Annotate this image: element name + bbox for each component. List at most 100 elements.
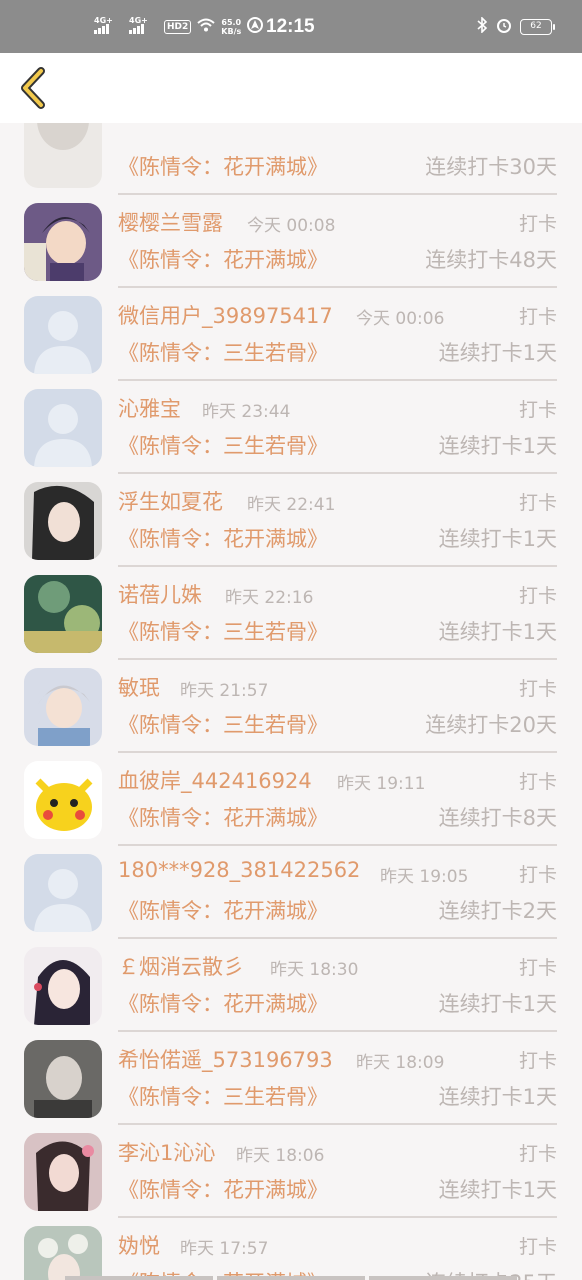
checkin-time: 昨天 17:57 — [180, 1239, 269, 1259]
streak-count: 连续打卡1天 — [438, 341, 557, 365]
streak-count: 连续打卡1天 — [438, 434, 557, 458]
avatar[interactable] — [24, 1226, 102, 1280]
streak-count: 连续打卡8天 — [438, 806, 557, 830]
avatar[interactable] — [24, 389, 102, 467]
list-item[interactable]: 微信用户_398975417 今天 00:06 打卡 《陈情令：三生若骨》 连续打卡1天 — [0, 280, 582, 381]
checkin-time: 昨天 18:06 — [236, 1146, 325, 1166]
user-name[interactable]: 李沁1沁沁 — [118, 1137, 215, 1167]
user-name[interactable]: 180***928_381422562 — [118, 858, 360, 882]
avatar[interactable] — [24, 1133, 102, 1211]
list-item[interactable]: 浮生如夏花 昨天 22:41 打卡《陈情令：花开满城》 连续打卡1天 — [0, 466, 582, 567]
hd-badge: HD2 — [164, 19, 192, 34]
user-name[interactable]: 敏珉 — [118, 672, 160, 702]
top-bar — [0, 53, 582, 123]
checkin-label: 打卡 — [518, 306, 557, 328]
streak-count: 连续打卡20天 — [425, 713, 557, 737]
streak-count: 连续打卡48天 — [425, 248, 557, 272]
book-title[interactable]: 《陈情令：三生若骨》 — [118, 616, 328, 646]
user-name[interactable]: 血彼岸_442416924 — [118, 765, 312, 795]
user-name[interactable]: 沁雅宝 — [118, 393, 181, 423]
checkin-label: 打卡 — [518, 957, 557, 979]
avatar[interactable] — [24, 203, 102, 281]
streak-count: 连续打卡1天 — [438, 992, 557, 1016]
list-item[interactable]: 樱樱兰雪露 今天 00:08 打卡 《陈情令：花开满城》 连续打卡48天 — [0, 187, 582, 288]
streak-count: 连续打卡1天 — [438, 527, 557, 551]
avatar[interactable] — [24, 947, 102, 1025]
checkin-time: 昨天 21:57 — [180, 681, 269, 701]
checkin-label: 打卡 — [518, 771, 557, 793]
avatar[interactable] — [24, 482, 102, 560]
book-title[interactable]: 《陈情令：三生若骨》 — [118, 1081, 328, 1111]
navigation-icon — [247, 17, 264, 36]
status-right: 62 — [476, 0, 555, 53]
checkin-time: 昨天 18:09 — [356, 1053, 445, 1073]
avatar[interactable] — [24, 668, 102, 746]
list-item[interactable]: 希怡偌遥_573196793 昨天 18:09 打卡《陈情令：三生若骨》 连续打卡1天 — [0, 1024, 582, 1125]
home-indicator — [65, 1276, 517, 1280]
list-item[interactable]: 妫悦昨天 17:57打卡《陈情令：花开满城》连续打卡25天 — [0, 1210, 582, 1280]
user-name[interactable]: ￡烟消云散彡 — [118, 951, 244, 981]
avatar[interactable] — [24, 123, 102, 188]
avatar[interactable] — [24, 575, 102, 653]
list-item[interactable]: ￡烟消云散彡 昨天 18:30 打卡《陈情令：花开满城》 连续打卡1天 — [0, 931, 582, 1032]
checkin-label: 打卡 — [518, 492, 557, 514]
network-speed: 65.0 KB/s — [221, 17, 242, 36]
avatar[interactable] — [24, 854, 102, 932]
wifi-icon — [197, 18, 215, 36]
status-bar: 4G+ 4G+ HD2 65.0 KB/s 12:15 62 — [0, 0, 582, 53]
book-title[interactable]: 《陈情令：花开满城》 — [118, 151, 328, 181]
checkin-time: 昨天 19:11 — [337, 774, 426, 794]
avatar[interactable] — [24, 296, 102, 374]
streak-count: 连续打卡1天 — [438, 620, 557, 644]
checkin-list: 《陈情令：花开满城》 连续打卡30天 樱樱兰雪露 今天 00:08 打卡 《陈情令：花开满… — [0, 123, 582, 1280]
list-item[interactable]: 《陈情令：花开满城》 连续打卡30天 — [0, 123, 582, 195]
book-title[interactable]: 《陈情令：花开满城》 — [118, 895, 328, 925]
signal-icon: 4G+ — [94, 16, 113, 34]
book-title[interactable]: 《陈情令：花开满城》 — [118, 1174, 328, 1204]
streak-count: 连续打卡1天 — [438, 1178, 557, 1202]
book-title[interactable]: 《陈情令：花开满城》 — [118, 802, 328, 832]
list-item[interactable]: 沁雅宝 昨天 23:44 打卡《陈情令：三生若骨》 连续打卡1天 — [0, 373, 582, 474]
book-title[interactable]: 《陈情令：花开满城》 — [118, 523, 328, 553]
checkin-label: 打卡 — [518, 399, 557, 421]
checkin-time: 昨天 22:41 — [247, 495, 336, 515]
list-item[interactable]: 180***928_381422562 昨天 19:05 打卡 《陈情令：花开满城》 连… — [0, 838, 582, 939]
list-item[interactable]: 血彼岸_442416924 昨天 19:11 打卡《陈情令：花开满城》 连续打卡8天 — [0, 745, 582, 846]
checkin-time: 昨天 23:44 — [202, 402, 291, 422]
user-name[interactable]: 诺蓓儿姝 — [118, 579, 202, 609]
checkin-label: 打卡 — [518, 1236, 557, 1258]
streak-count: 连续打卡30天 — [425, 155, 557, 179]
list-item[interactable]: 诺蓓儿姝 昨天 22:16 打卡 《陈情令：三生若骨》 连续打卡1天 — [0, 559, 582, 660]
streak-count: 连续打卡1天 — [438, 1085, 557, 1109]
checkin-label: 打卡 — [518, 678, 557, 700]
back-button[interactable] — [12, 67, 52, 109]
user-name[interactable]: 希怡偌遥_573196793 — [118, 1044, 333, 1074]
avatar[interactable] — [24, 761, 102, 839]
checkin-time: 昨天 22:16 — [225, 588, 314, 608]
bluetooth-icon — [476, 15, 488, 37]
checkin-label: 打卡 — [518, 213, 557, 235]
signal-icon-2: 4G+ — [129, 16, 148, 34]
book-title[interactable]: 《陈情令：三生若骨》 — [118, 709, 328, 739]
status-left: 4G+ 4G+ HD2 65.0 KB/s — [94, 0, 264, 53]
user-name[interactable]: 妫悦 — [118, 1230, 160, 1260]
battery-icon: 62 — [520, 18, 555, 35]
checkin-label: 打卡 — [518, 1143, 557, 1165]
book-title[interactable]: 《陈情令：花开满城》 — [118, 244, 328, 274]
streak-count: 连续打卡2天 — [438, 899, 557, 923]
book-title[interactable]: 《陈情令：花开满城》 — [118, 988, 328, 1018]
status-time: 12:15 — [266, 15, 315, 37]
checkin-label: 打卡 — [518, 1050, 557, 1072]
book-title[interactable]: 《陈情令：三生若骨》 — [118, 337, 328, 367]
user-name[interactable]: 微信用户_398975417 — [118, 300, 333, 330]
avatar[interactable] — [24, 1040, 102, 1118]
list-item[interactable]: 敏珉 昨天 21:57 打卡《陈情令：三生若骨》 连续打卡20天 — [0, 652, 582, 753]
book-title[interactable]: 《陈情令：三生若骨》 — [118, 430, 328, 460]
checkin-time: 昨天 19:05 — [380, 867, 469, 887]
alarm-icon — [496, 17, 512, 37]
user-name[interactable]: 浮生如夏花 — [118, 486, 223, 516]
chevron-left-icon — [21, 67, 45, 109]
list-item[interactable]: 李沁1沁沁 昨天 18:06 打卡《陈情令：花开满城》 连续打卡1天 — [0, 1117, 582, 1218]
user-name[interactable]: 樱樱兰雪露 — [118, 207, 223, 237]
checkin-time: 昨天 18:30 — [270, 960, 359, 980]
